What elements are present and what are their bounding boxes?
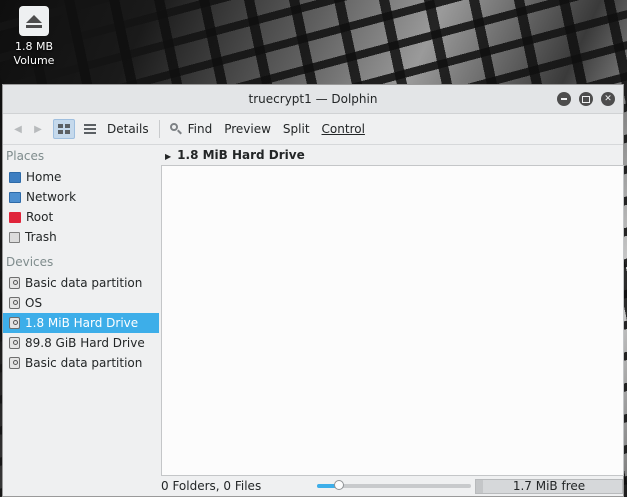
- desktop-icon-label-name: Volume: [13, 54, 55, 67]
- device-item-label: OS: [25, 296, 43, 310]
- device-item-basic-data-partition[interactable]: Basic data partition: [3, 273, 159, 293]
- minimize-button[interactable]: [557, 92, 571, 106]
- control-menu-button[interactable]: Control: [316, 122, 371, 136]
- free-space-indicator: 1.7 MiB free: [475, 479, 623, 494]
- devices-section-label: Devices: [6, 255, 54, 269]
- free-space-label: 1.7 MiB free: [512, 479, 586, 493]
- toolbar-separator: [158, 120, 160, 138]
- hard-drive-icon: [9, 277, 20, 289]
- device-item-label: 1.8 MiB Hard Drive: [25, 316, 139, 330]
- hard-drive-icon: [9, 297, 20, 309]
- desktop-icon-label-size: 1.8 MB: [14, 40, 54, 53]
- network-folder-icon: [9, 191, 21, 203]
- home-folder-icon: [9, 171, 21, 183]
- hard-drive-icon: [9, 317, 20, 329]
- status-summary: 0 Folders, 0 Files: [161, 479, 262, 493]
- toolbar: ◀ ▶ Details Find Preview Split Control: [3, 114, 623, 145]
- eject-icon: [19, 6, 49, 36]
- zoom-slider[interactable]: [317, 480, 471, 490]
- places-item-label: Home: [26, 170, 62, 184]
- split-button[interactable]: Split: [277, 122, 316, 136]
- preview-button[interactable]: Preview: [218, 122, 277, 136]
- chevron-right-icon: ▶: [165, 152, 172, 161]
- device-item-os[interactable]: OS: [3, 293, 159, 313]
- forward-arrow-icon: ▶: [34, 123, 42, 135]
- forward-button[interactable]: ▶: [29, 120, 47, 138]
- places-item-label: Trash: [25, 230, 57, 244]
- hard-drive-icon: [9, 337, 20, 349]
- breadcrumb[interactable]: ▶ 1.8 MiB Hard Drive: [161, 145, 305, 165]
- close-button[interactable]: ✕: [601, 92, 615, 106]
- root-folder-icon: [9, 211, 21, 223]
- trash-icon: [9, 231, 20, 243]
- minimize-icon: [561, 98, 567, 100]
- desktop-volume-icon[interactable]: 1.8 MB Volume: [6, 6, 62, 68]
- status-bar: 0 Folders, 0 Files 1.7 MiB free: [161, 476, 624, 496]
- back-arrow-icon: ◀: [14, 123, 22, 135]
- maximize-icon: [582, 95, 590, 103]
- window-title: truecrypt1 — Dolphin: [248, 92, 378, 106]
- icons-view-icon: [58, 124, 70, 134]
- places-item-network[interactable]: Network: [3, 187, 159, 207]
- device-item-label: 89.8 GiB Hard Drive: [25, 336, 145, 350]
- places-panel: Places Home Network Root Trash Devices B…: [3, 145, 159, 496]
- dolphin-window: truecrypt1 — Dolphin ✕ ◀ ▶ Details Find …: [2, 84, 624, 497]
- details-view-icon-button[interactable]: [79, 119, 101, 139]
- device-item-1-8-mib-hard-drive[interactable]: 1.8 MiB Hard Drive: [3, 313, 159, 333]
- device-item-89-8-gib-hard-drive[interactable]: 89.8 GiB Hard Drive: [3, 333, 159, 353]
- title-bar[interactable]: truecrypt1 — Dolphin ✕: [3, 85, 623, 114]
- details-button[interactable]: Details: [101, 122, 155, 136]
- breadcrumb-current: 1.8 MiB Hard Drive: [177, 148, 305, 162]
- device-item-basic-data-partition-2[interactable]: Basic data partition: [3, 353, 159, 373]
- places-item-root[interactable]: Root: [3, 207, 159, 227]
- device-item-label: Basic data partition: [25, 276, 143, 290]
- places-item-label: Root: [26, 210, 54, 224]
- places-item-trash[interactable]: Trash: [3, 227, 159, 247]
- file-view-area[interactable]: [161, 165, 624, 476]
- details-view-icon: [84, 124, 96, 134]
- maximize-button[interactable]: [579, 92, 593, 106]
- zoom-slider-handle[interactable]: [333, 480, 344, 490]
- places-item-label: Network: [26, 190, 77, 204]
- hard-drive-icon: [9, 357, 20, 369]
- icons-view-button[interactable]: [53, 119, 75, 139]
- device-item-label: Basic data partition: [25, 356, 143, 370]
- places-item-home[interactable]: Home: [3, 167, 159, 187]
- back-button[interactable]: ◀: [9, 120, 27, 138]
- search-icon[interactable]: [169, 123, 182, 135]
- find-button[interactable]: Find: [182, 122, 219, 136]
- close-icon: ✕: [604, 94, 612, 104]
- places-section-label: Places: [6, 149, 45, 163]
